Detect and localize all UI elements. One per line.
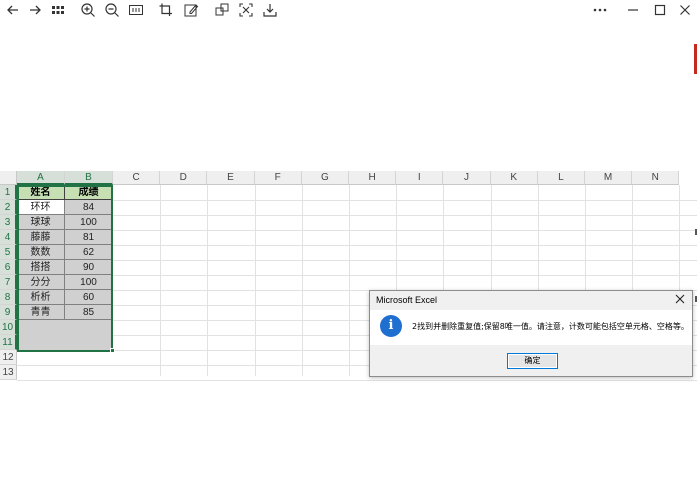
gridline: [207, 185, 209, 376]
back-arrow-icon[interactable]: [5, 2, 21, 18]
gridline: [17, 275, 697, 276]
dialog-title: Microsoft Excel: [376, 295, 438, 305]
score-cell[interactable]: 100: [65, 275, 113, 290]
column-header-c[interactable]: C: [113, 171, 161, 185]
column-header-d[interactable]: D: [160, 171, 208, 185]
cell-b1-score-header[interactable]: 成绩: [65, 185, 113, 200]
score-cell[interactable]: 90: [65, 260, 113, 275]
close-icon[interactable]: [677, 2, 693, 18]
dialog-body: i 2找到并删除重复值;保留8唯一值。请注意，计数可能包括空单元格、空格等。: [370, 310, 692, 345]
column-header-b[interactable]: B: [65, 171, 113, 185]
column-header-j[interactable]: J: [443, 171, 491, 185]
row-header-8[interactable]: 8: [0, 290, 17, 305]
maximize-icon[interactable]: [652, 2, 668, 18]
viewer-toolbar: [0, 0, 697, 20]
dialog-close-icon[interactable]: [674, 293, 686, 305]
column-header-n[interactable]: N: [632, 171, 680, 185]
minimize-icon[interactable]: [625, 2, 641, 18]
dialog-message: 2找到并删除重复值;保留8唯一值。请注意，计数可能包括空单元格、空格等。: [412, 322, 689, 331]
row-header-9[interactable]: 9: [0, 305, 17, 320]
scan-icon[interactable]: [238, 2, 254, 18]
gridline: [17, 200, 697, 201]
row-header-6[interactable]: 6: [0, 260, 17, 275]
gridline: [17, 245, 697, 246]
column-header-l[interactable]: L: [537, 171, 585, 185]
score-cell[interactable]: 62: [65, 245, 113, 260]
name-cell[interactable]: 析析: [17, 290, 65, 305]
zoom-out-icon[interactable]: [104, 2, 120, 18]
row-header-13[interactable]: 13: [0, 365, 17, 380]
forward-arrow-icon[interactable]: [27, 2, 43, 18]
name-cell[interactable]: 数数: [17, 245, 65, 260]
row-header-1[interactable]: 1: [0, 185, 17, 200]
row-header-5[interactable]: 5: [0, 245, 17, 260]
gridline: [17, 215, 697, 216]
crop-icon[interactable]: [158, 2, 174, 18]
column-header-a[interactable]: A: [17, 171, 65, 185]
name-cell[interactable]: 球球: [17, 215, 65, 230]
row-header-3[interactable]: 3: [0, 215, 17, 230]
row-header-10[interactable]: 10: [0, 320, 17, 335]
name-cell[interactable]: 环环: [17, 200, 65, 215]
score-cell[interactable]: 60: [65, 290, 113, 305]
gridline: [17, 260, 697, 261]
fill-handle[interactable]: [110, 348, 115, 353]
name-cell[interactable]: 青青: [17, 305, 65, 320]
gridline: [301, 185, 303, 376]
cell-a1-name-header[interactable]: 姓名: [17, 185, 65, 200]
row-header-2[interactable]: 2: [0, 200, 17, 215]
row-header-11[interactable]: 11: [0, 335, 17, 350]
select-all-corner[interactable]: [0, 171, 17, 185]
gridline: [160, 185, 162, 376]
score-cell[interactable]: 84: [65, 200, 113, 215]
row-header-12[interactable]: 12: [0, 350, 17, 365]
info-icon: i: [380, 315, 402, 337]
excel-message-dialog: Microsoft Excel i 2找到并删除重复值;保留8唯一值。请注意，计…: [369, 290, 693, 377]
gridline: [17, 380, 697, 381]
row-header-4[interactable]: 4: [0, 230, 17, 245]
gridline: [254, 185, 256, 376]
column-header-g[interactable]: G: [301, 171, 349, 185]
column-header-m[interactable]: M: [585, 171, 633, 185]
name-cell[interactable]: 搭搭: [17, 260, 65, 275]
column-header-f[interactable]: F: [254, 171, 302, 185]
name-cell[interactable]: 藤藤: [17, 230, 65, 245]
zoom-in-icon[interactable]: [80, 2, 96, 18]
grid-view-icon[interactable]: [50, 2, 66, 18]
edit-icon[interactable]: [183, 2, 199, 18]
score-cell[interactable]: 81: [65, 230, 113, 245]
copy-icon[interactable]: [214, 2, 230, 18]
ok-button[interactable]: 确定: [507, 353, 558, 369]
gridline: [17, 230, 697, 231]
column-header-i[interactable]: I: [396, 171, 444, 185]
score-cell[interactable]: 100: [65, 215, 113, 230]
row-header-7[interactable]: 7: [0, 275, 17, 290]
fit-width-icon[interactable]: [128, 2, 144, 18]
download-icon[interactable]: [262, 2, 278, 18]
screen: A B C D E F G H I J K L M N 1 2 3 4 5 6 7 8 9 10 11 12 13 姓名 成绩 环环 84 球…: [0, 0, 697, 500]
gridline: [349, 185, 350, 376]
column-header-h[interactable]: H: [349, 171, 397, 185]
score-cell[interactable]: 85: [65, 305, 113, 320]
more-icon[interactable]: [592, 2, 608, 18]
column-header-k[interactable]: K: [490, 171, 538, 185]
column-header-e[interactable]: E: [207, 171, 255, 185]
name-cell[interactable]: 分分: [17, 275, 65, 290]
selected-blank-cells[interactable]: [17, 320, 112, 350]
